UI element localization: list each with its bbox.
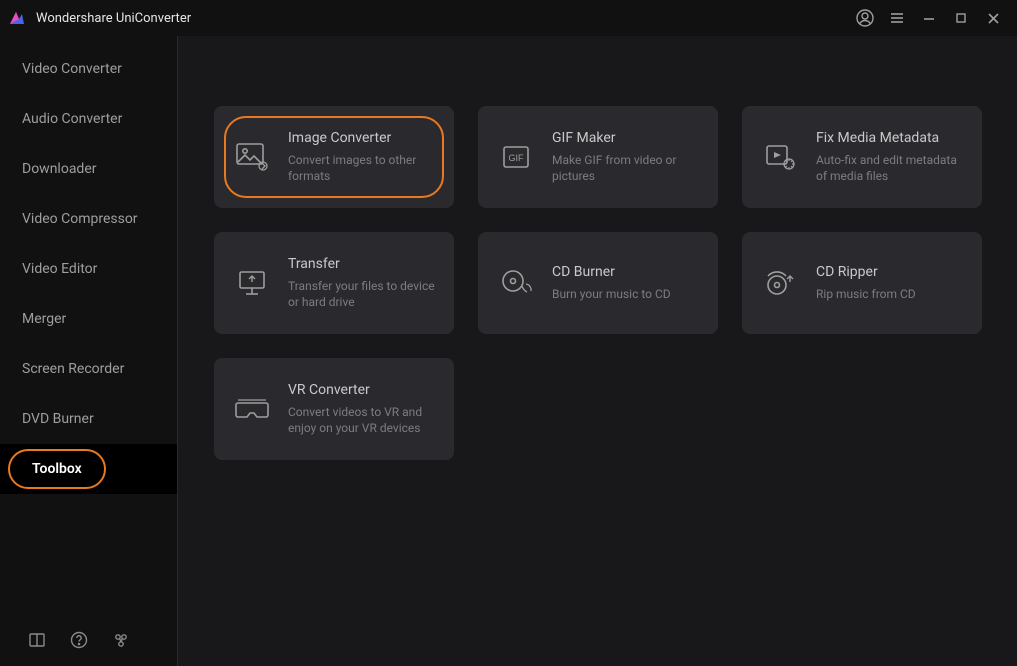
card-image-converter[interactable]: Image Converter Convert images to other f… [214,106,454,208]
account-icon[interactable] [849,2,881,34]
card-description: Burn your music to CD [552,286,702,302]
card-description: Make GIF from video or pictures [552,152,702,184]
card-title: Image Converter [288,130,438,146]
metadata-icon [760,137,800,177]
cd-burner-icon [496,263,536,303]
card-description: Transfer your files to device or hard dr… [288,278,438,310]
sidebar-item-screen-recorder[interactable]: Screen Recorder [0,344,177,394]
sidebar-item-video-converter[interactable]: Video Converter [0,44,177,94]
svg-text:GIF: GIF [509,153,525,163]
sidebar-item-label: Merger [22,311,66,327]
help-icon[interactable] [70,631,88,649]
sidebar-item-label: Video Converter [22,61,122,77]
card-description: Auto-fix and edit metadata of media file… [816,152,966,184]
sidebar-item-label: Toolbox [8,449,106,489]
cd-ripper-icon [760,263,800,303]
sidebar-item-label: DVD Burner [22,411,94,427]
app-logo-icon [8,9,26,27]
card-cd-ripper[interactable]: CD Ripper Rip music from CD [742,232,982,334]
card-title: VR Converter [288,382,438,398]
app-title: Wondershare UniConverter [36,11,191,26]
card-title: Transfer [288,256,438,272]
sidebar-item-toolbox[interactable]: Toolbox [0,444,177,494]
sidebar-item-audio-converter[interactable]: Audio Converter [0,94,177,144]
card-description: Rip music from CD [816,286,966,302]
card-title: Fix Media Metadata [816,130,966,146]
card-title: CD Burner [552,264,702,280]
vr-icon [232,389,272,429]
transfer-icon [232,263,272,303]
card-description: Convert videos to VR and enjoy on your V… [288,404,438,436]
sidebar-item-label: Audio Converter [22,111,122,127]
sidebar-item-dvd-burner[interactable]: DVD Burner [0,394,177,444]
sidebar-item-video-editor[interactable]: Video Editor [0,244,177,294]
sidebar-item-label: Downloader [22,161,97,177]
sidebar-item-downloader[interactable]: Downloader [0,144,177,194]
titlebar: Wondershare UniConverter [0,0,1017,36]
maximize-button[interactable] [945,2,977,34]
sidebar-item-label: Video Editor [22,261,97,277]
sidebar-item-label: Screen Recorder [22,361,124,377]
close-button[interactable] [977,2,1009,34]
menu-icon[interactable] [881,2,913,34]
sidebar-item-label: Video Compressor [22,211,138,227]
card-vr-converter[interactable]: VR Converter Convert videos to VR and enj… [214,358,454,460]
content-area: Image Converter Convert images to other f… [178,36,1017,666]
card-transfer[interactable]: Transfer Transfer your files to device or… [214,232,454,334]
card-gif-maker[interactable]: GIF GIF Maker Make GIF from video or pict… [478,106,718,208]
sidebar-item-merger[interactable]: Merger [0,294,177,344]
sidebar-item-video-compressor[interactable]: Video Compressor [0,194,177,244]
image-icon [232,137,272,177]
sidebar: Video Converter Audio Converter Downloader… [0,36,178,666]
gif-icon: GIF [496,137,536,177]
card-cd-burner[interactable]: CD Burner Burn your music to CD [478,232,718,334]
card-description: Convert images to other formats [288,152,438,184]
card-title: GIF Maker [552,130,702,146]
sidebar-footer [0,614,177,666]
card-fix-media-metadata[interactable]: Fix Media Metadata Auto-fix and edit meta… [742,106,982,208]
tutorial-icon[interactable] [28,631,46,649]
minimize-button[interactable] [913,2,945,34]
share-icon[interactable] [112,631,130,649]
card-title: CD Ripper [816,264,966,280]
